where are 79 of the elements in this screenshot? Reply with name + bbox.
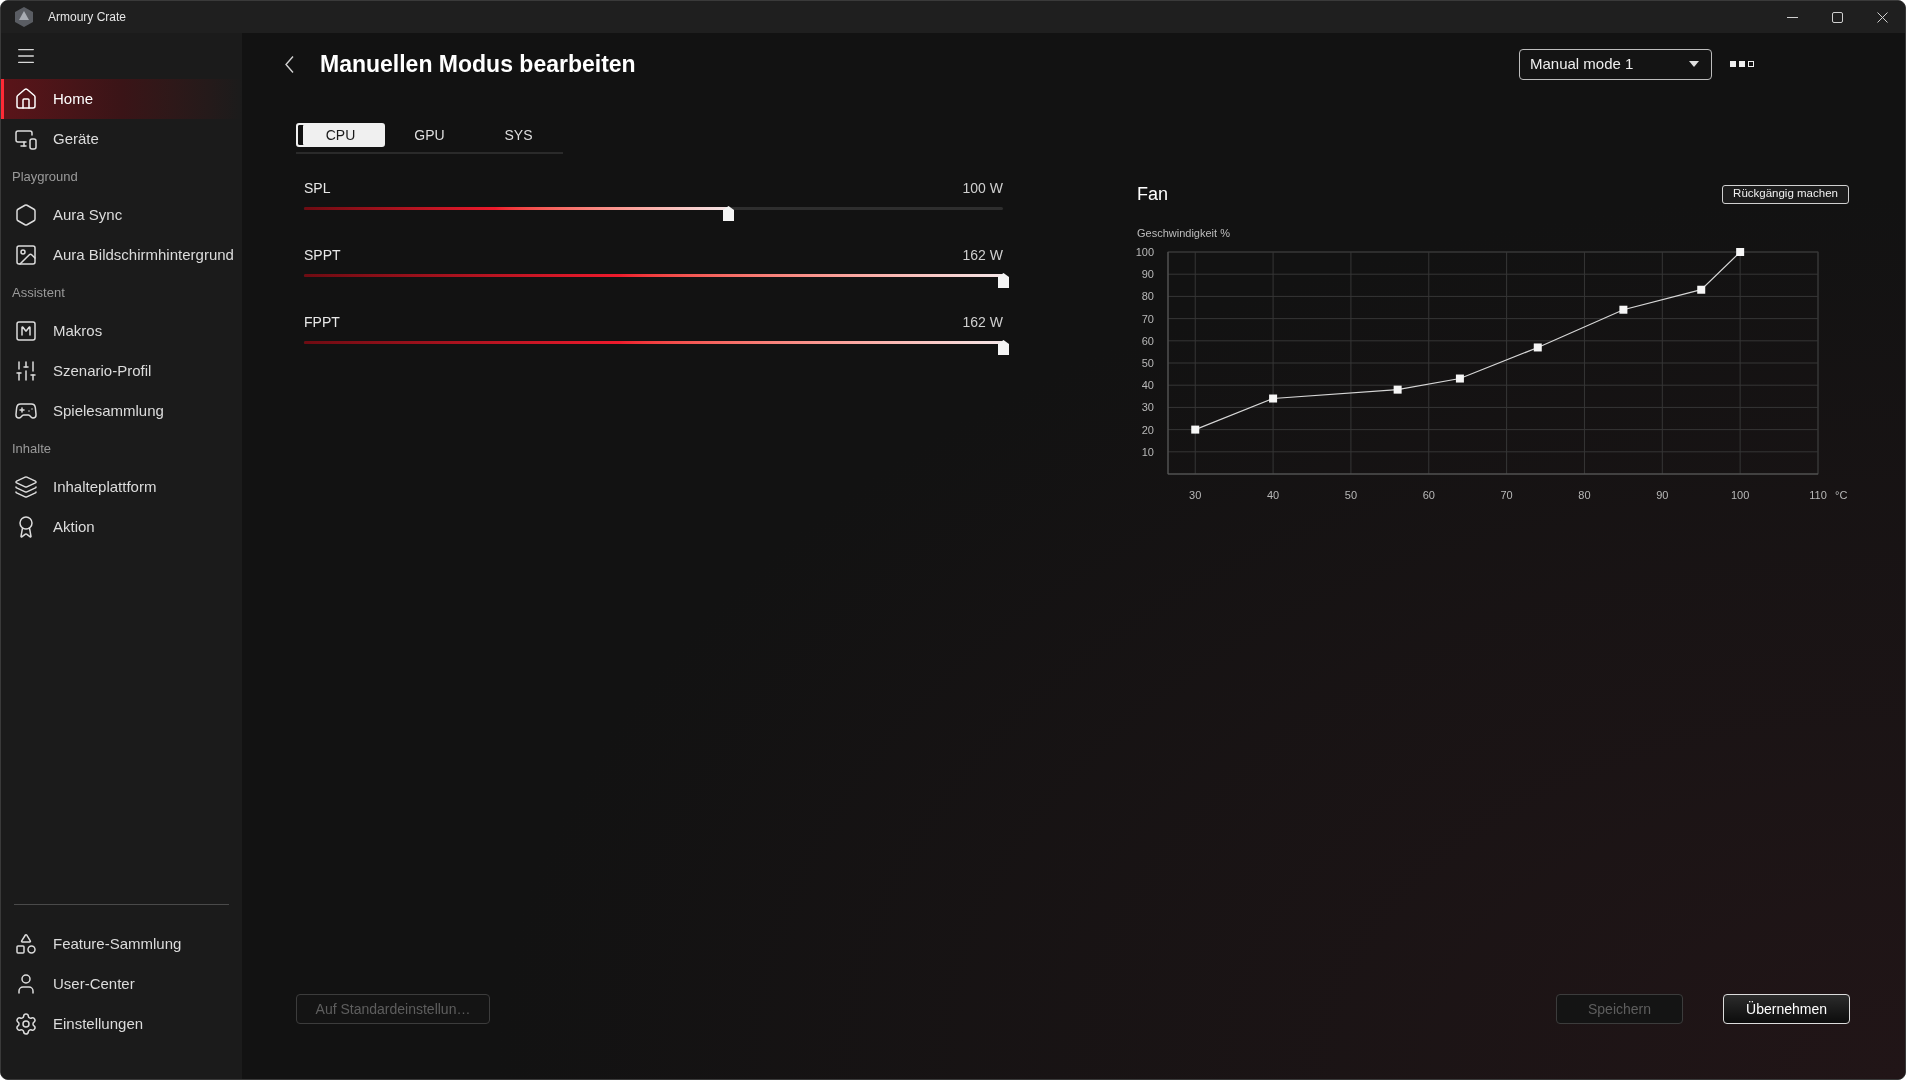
- slider-label: SPPT: [304, 245, 341, 265]
- shapes-icon: [14, 932, 38, 956]
- tab[interactable]: SYS: [474, 123, 563, 147]
- house-icon: [14, 87, 38, 111]
- layers-icon: [14, 475, 38, 499]
- y-tick-label: 60: [1141, 334, 1154, 347]
- caret-icon: [1689, 61, 1699, 67]
- x-tick-label: 30: [1189, 489, 1202, 501]
- section-label: Playground: [11, 168, 79, 187]
- sidebar-item[interactable]: Aktion: [1, 507, 242, 547]
- image-icon: [14, 243, 38, 267]
- y-tick-label: 10: [1141, 445, 1154, 458]
- maximize-icon: [1832, 11, 1843, 23]
- sidebar-item[interactable]: Inhalteplattform: [1, 467, 242, 507]
- x-tick-label: 40: [1266, 489, 1280, 501]
- slider-reading: 162 W: [962, 312, 1003, 332]
- x-axis-label: °C: [1835, 489, 1848, 501]
- y-tick-label: 100: [1135, 246, 1154, 258]
- window-title: Armoury Crate: [48, 9, 127, 26]
- curve-point[interactable]: [1697, 285, 1706, 294]
- app-logo-icon: [13, 6, 35, 28]
- sidebar-item[interactable]: Makros: [1, 311, 242, 351]
- curve-point[interactable]: [1736, 248, 1745, 256]
- back-button[interactable]: [283, 55, 295, 73]
- undo-button[interactable]: Rückgängig machen: [1722, 184, 1849, 204]
- slider-thumb[interactable]: [997, 340, 1009, 355]
- slider-thumb[interactable]: [723, 206, 735, 221]
- x-tick-label: 80: [1578, 489, 1591, 501]
- footer-button[interactable]: Übernehmen: [1723, 994, 1850, 1024]
- curve-point[interactable]: [1533, 343, 1542, 352]
- y-tick-label: 70: [1141, 312, 1154, 325]
- more-icon: [1730, 61, 1754, 67]
- minimize-icon: [1787, 16, 1798, 18]
- curve-point[interactable]: [1191, 425, 1200, 434]
- section-title: Fan: [1137, 182, 1169, 206]
- sidebar-item[interactable]: Aura Sync: [1, 195, 242, 235]
- y-tick-label: 30: [1141, 401, 1154, 414]
- hexagon-icon: [14, 203, 38, 227]
- curve-point[interactable]: [1455, 374, 1464, 383]
- y-tick-label: 20: [1141, 423, 1154, 436]
- sidebar-item[interactable]: Szenario-Profil: [1, 351, 242, 391]
- section-label: Inhalte: [11, 440, 53, 459]
- y-tick-label: 80: [1141, 290, 1154, 303]
- chevron-left-icon: [284, 55, 294, 73]
- square-m-icon: [14, 319, 38, 343]
- x-tick-label: 90: [1656, 489, 1669, 501]
- more-button[interactable]: [1730, 59, 1754, 69]
- sidebar-item[interactable]: User-Center: [1, 964, 242, 1004]
- slider-reading: 162 W: [962, 245, 1003, 265]
- section-label: Assistent: [11, 284, 66, 303]
- settings-icon: [14, 1012, 38, 1036]
- y-axis-label: Geschwindigkeit %: [1137, 226, 1231, 240]
- tab[interactable]: CPU: [296, 123, 385, 147]
- x-tick-label: 60: [1422, 489, 1435, 501]
- sidebar-item[interactable]: Einstellungen: [1, 1004, 242, 1044]
- y-tick-label: 90: [1141, 268, 1154, 281]
- sidebar-item[interactable]: Aura Bildschirmhintergrund: [1, 235, 242, 275]
- close-icon: [1877, 11, 1888, 23]
- y-tick-label: 50: [1141, 357, 1154, 369]
- curve-point[interactable]: [1269, 394, 1278, 403]
- slider-reading: 100 W: [962, 178, 1003, 198]
- slider-label: FPPT: [304, 312, 340, 332]
- page-title: Manuellen Modus bearbeiten: [320, 49, 636, 79]
- tab[interactable]: GPU: [385, 123, 474, 147]
- x-tick-label: 110: [1809, 489, 1827, 501]
- x-tick-label: 100: [1731, 489, 1750, 501]
- curve-point[interactable]: [1619, 305, 1628, 314]
- sliders-icon: [14, 359, 38, 383]
- y-tick-label: 40: [1141, 379, 1154, 392]
- monitor-phone-icon: [14, 127, 38, 151]
- x-tick-label: 50: [1344, 489, 1358, 501]
- slider-thumb[interactable]: [997, 273, 1009, 288]
- slider-label: SPL: [304, 178, 331, 198]
- mode-dropdown[interactable]: Manual mode 1: [1519, 48, 1712, 80]
- curve-point[interactable]: [1393, 385, 1402, 394]
- sidebar-item[interactable]: Geräte: [1, 119, 242, 159]
- sidebar-item[interactable]: Spielesammlung: [1, 391, 242, 431]
- x-tick-label: 70: [1500, 489, 1513, 501]
- sidebar-item[interactable]: Feature-Sammlung: [1, 924, 242, 964]
